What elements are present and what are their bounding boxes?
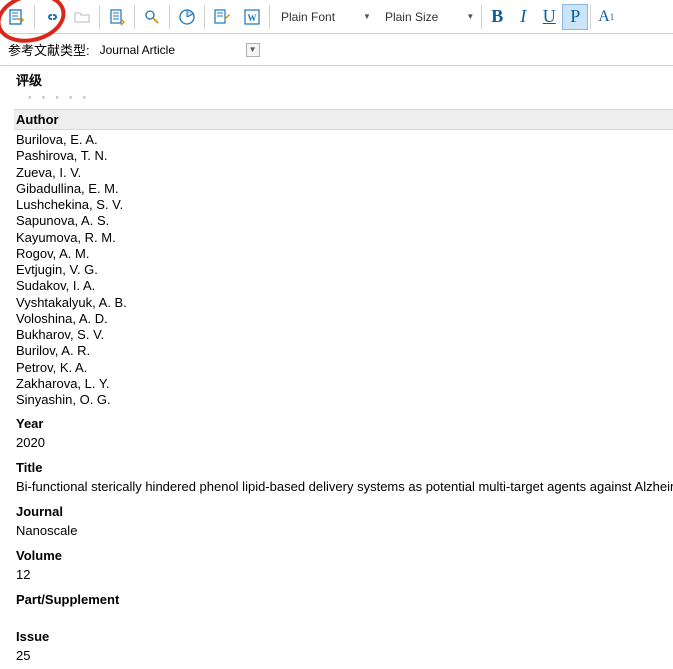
journal-value[interactable]: Nanoscale: [16, 521, 673, 544]
reference-type-value: Journal Article: [100, 43, 175, 57]
search-icon[interactable]: [137, 2, 167, 32]
author-item: Burilov, A. R.: [16, 343, 673, 359]
reference-type-label: 参考文献类型:: [8, 40, 90, 59]
bold-button[interactable]: B: [484, 4, 510, 30]
issue-value[interactable]: 25: [16, 646, 673, 669]
title-value[interactable]: Bi-functional sterically hindered phenol…: [16, 477, 673, 500]
copy-ref-icon[interactable]: [102, 2, 132, 32]
author-item: Rogov, A. M.: [16, 246, 673, 262]
reference-type-row: 参考文献类型: Journal Article ▼: [0, 34, 673, 66]
italic-button[interactable]: I: [510, 4, 536, 30]
edit-ref-icon[interactable]: [207, 2, 237, 32]
author-item: Sapunova, A. S.: [16, 213, 673, 229]
volume-value[interactable]: 12: [16, 565, 673, 588]
rating-stars[interactable]: ●●●●●: [16, 91, 673, 109]
link-icon[interactable]: [37, 2, 67, 32]
reference-type-select[interactable]: Journal Article ▼: [94, 39, 264, 61]
record-content: 评级 ●●●●● Author Burilova, E. A. Pashirov…: [0, 66, 673, 669]
font-select-value: Plain Font: [281, 10, 335, 24]
chevron-down-icon: ▼: [246, 43, 260, 57]
format-toolbar: W Plain Font ▼ Plain Size ▼ B I U P A1: [0, 0, 673, 34]
author-item: Lushchekina, S. V.: [16, 197, 673, 213]
volume-label: Volume: [16, 544, 673, 565]
author-item: Voloshina, A. D.: [16, 311, 673, 327]
journal-label: Journal: [16, 500, 673, 521]
size-select-value: Plain Size: [385, 10, 438, 24]
plain-button[interactable]: P: [562, 4, 588, 30]
superscript-button[interactable]: A1: [593, 4, 619, 30]
size-select[interactable]: Plain Size ▼: [376, 4, 479, 30]
svg-text:W: W: [248, 13, 257, 23]
word-icon[interactable]: W: [237, 2, 267, 32]
title-label: Title: [16, 456, 673, 477]
rating-label: 评级: [16, 66, 673, 91]
author-item: Pashirova, T. N.: [16, 148, 673, 164]
author-item: Kayumova, R. M.: [16, 230, 673, 246]
author-item: Petrov, K. A.: [16, 360, 673, 376]
underline-button[interactable]: U: [536, 4, 562, 30]
year-label: Year: [16, 412, 673, 433]
author-item: Bukharov, S. V.: [16, 327, 673, 343]
author-item: Sinyashin, O. G.: [16, 392, 673, 408]
author-list[interactable]: Burilova, E. A. Pashirova, T. N. Zueva, …: [16, 130, 673, 412]
part-value[interactable]: [16, 609, 673, 625]
author-item: Sudakov, I. A.: [16, 278, 673, 294]
author-header: Author: [14, 109, 673, 130]
author-item: Vyshtakalyuk, A. B.: [16, 295, 673, 311]
folder-icon[interactable]: [67, 2, 97, 32]
chevron-down-icon: ▼: [466, 12, 474, 21]
author-item: Zakharova, L. Y.: [16, 376, 673, 392]
author-item: Burilova, E. A.: [16, 132, 673, 148]
year-value[interactable]: 2020: [16, 433, 673, 456]
chevron-down-icon: ▼: [363, 12, 371, 21]
part-label: Part/Supplement: [16, 588, 673, 609]
font-select[interactable]: Plain Font ▼: [272, 4, 376, 30]
author-item: Gibadullina, E. M.: [16, 181, 673, 197]
author-item: Evtjugin, V. G.: [16, 262, 673, 278]
chart-icon[interactable]: [172, 2, 202, 32]
author-item: Zueva, I. V.: [16, 165, 673, 181]
new-ref-icon[interactable]: [2, 2, 32, 32]
issue-label: Issue: [16, 625, 673, 646]
